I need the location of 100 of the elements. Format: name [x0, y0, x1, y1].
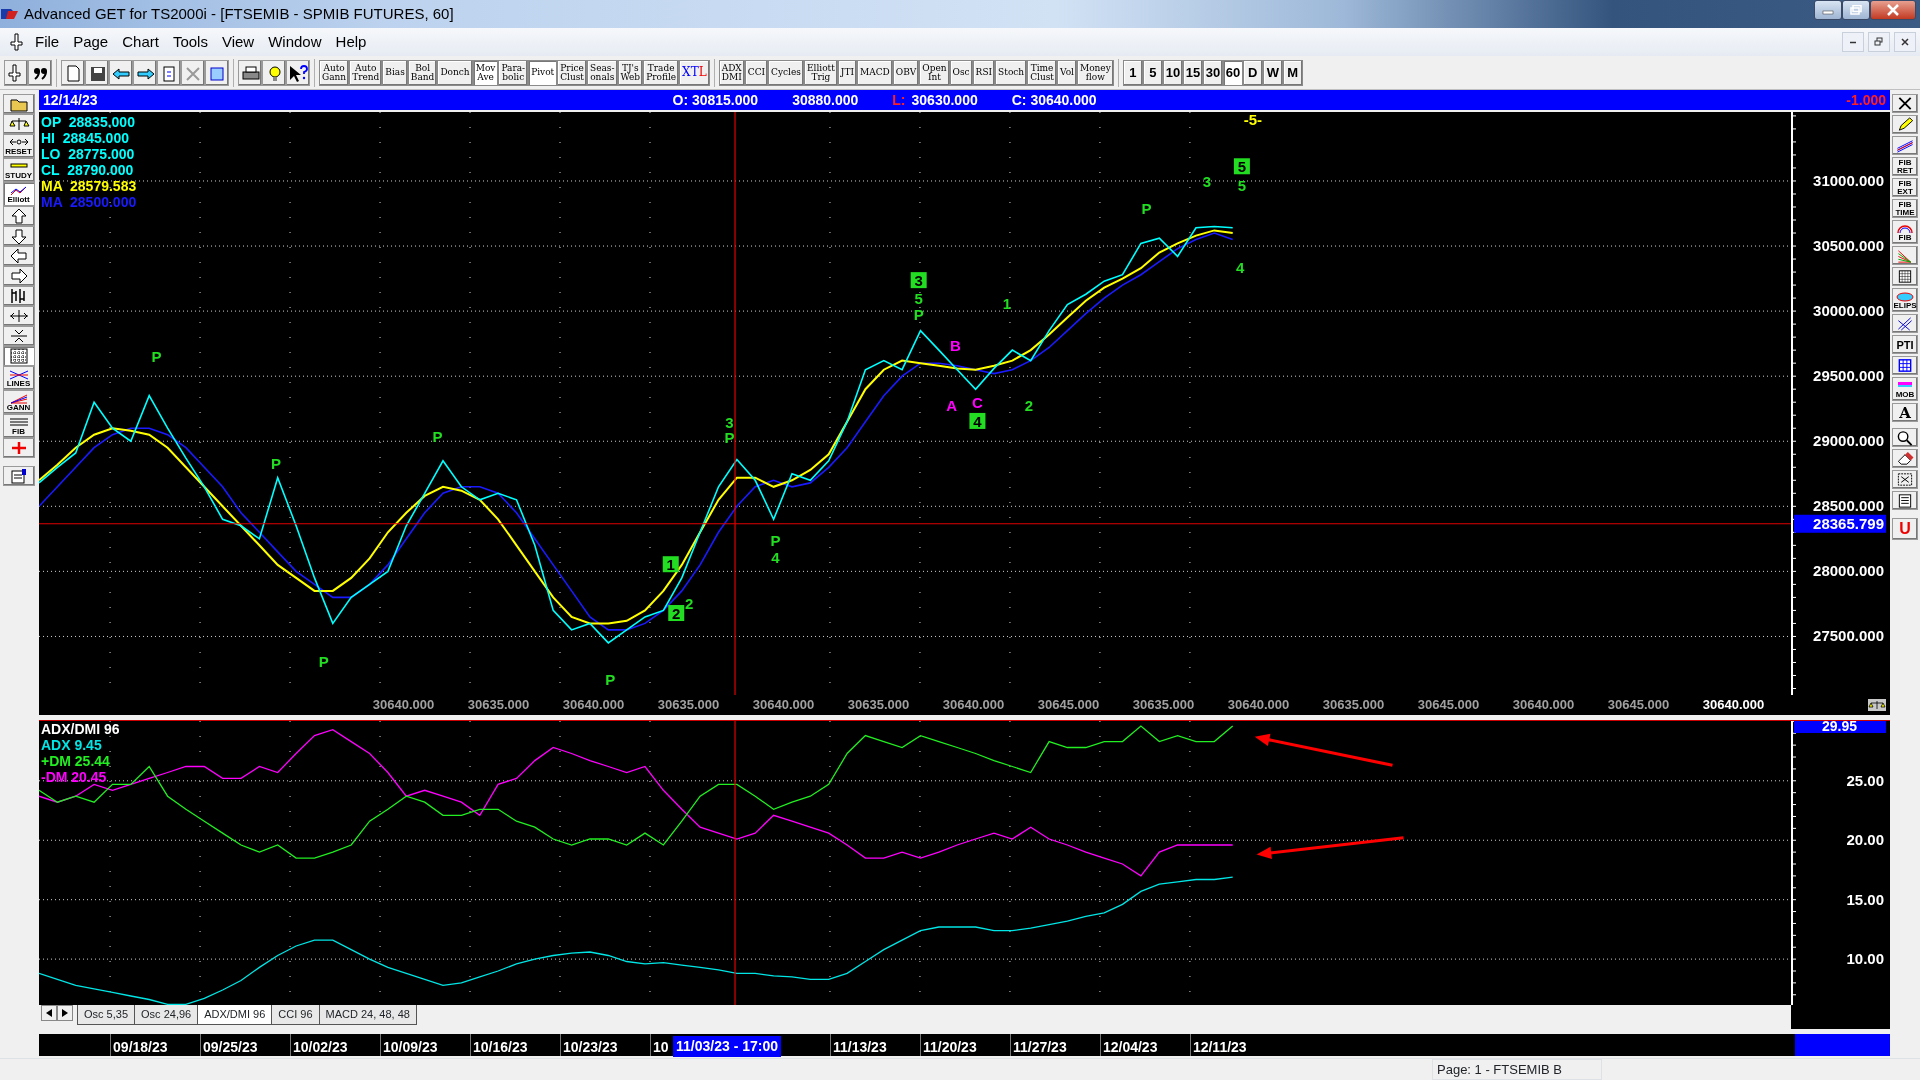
save-button[interactable]	[85, 59, 109, 86]
indicator-button[interactable]: OBV	[892, 59, 920, 86]
hand-cursor-button[interactable]	[4, 59, 28, 86]
tool-button[interactable]	[1892, 94, 1918, 113]
document-button[interactable]	[61, 59, 85, 86]
tool-button[interactable]	[1892, 356, 1918, 375]
menu-item[interactable]: File	[28, 30, 67, 54]
menu-item[interactable]: Window	[261, 30, 329, 54]
tool-button[interactable]	[1892, 314, 1918, 333]
indicator-button[interactable]: Elliott Trig	[803, 59, 838, 86]
tool-button[interactable]	[2, 114, 35, 134]
indicator-button[interactable]: RSI	[972, 59, 996, 86]
tool-button[interactable]	[1892, 267, 1918, 286]
interval-button[interactable]: M	[1282, 59, 1303, 86]
interval-button[interactable]: 1	[1122, 59, 1143, 86]
tool-button[interactable]: FIB	[2, 414, 35, 438]
tool-button[interactable]: FIB EXT	[1892, 178, 1918, 197]
menu-item[interactable]: Help	[328, 30, 374, 54]
arrow-left-button[interactable]	[109, 59, 133, 86]
tool-button[interactable]: FIB TIME	[1892, 199, 1918, 218]
tool-button[interactable]	[1892, 491, 1918, 510]
toolbar-button[interactable]: Price Clust	[557, 59, 587, 86]
tool-button[interactable]	[2, 326, 35, 346]
arrow-right-button[interactable]	[133, 59, 157, 86]
toolbar-button[interactable]: Auto Gann	[319, 59, 350, 86]
tool-button[interactable]	[2, 266, 35, 286]
indicator-tab[interactable]: Osc 5,35	[77, 1005, 136, 1025]
quote-button[interactable]	[28, 59, 52, 86]
date-label: 12/11/23	[1192, 1038, 1247, 1057]
indicator-button[interactable]: CCI	[744, 59, 769, 86]
indicator-tab[interactable]: CCI 96	[271, 1005, 320, 1025]
indicator-button[interactable]: ADX DMI	[718, 59, 745, 86]
tool-button[interactable]	[1892, 449, 1918, 468]
tool-button[interactable]	[1892, 115, 1918, 134]
tool-button[interactable]	[2, 246, 35, 266]
interval-button[interactable]: 10	[1162, 59, 1183, 86]
close-button[interactable]	[1870, 0, 1916, 20]
tool-button[interactable]	[2, 206, 35, 226]
tool-button[interactable]	[1892, 428, 1918, 447]
toolbar-button[interactable]: Bol Band	[407, 59, 438, 86]
document-arrows-button[interactable]	[157, 59, 181, 86]
toolbar-button[interactable]: Bias	[382, 59, 408, 86]
tool-button[interactable]	[1892, 470, 1918, 489]
indicator-tab[interactable]: ADX/DMI 96	[197, 1005, 273, 1025]
scroll-left-button[interactable]	[41, 1005, 57, 1021]
indicator-button[interactable]: Open Int	[919, 59, 950, 86]
menu-item[interactable]: Chart	[115, 30, 166, 54]
indicator-button[interactable]: Stoch	[995, 59, 1028, 86]
toolbar-button[interactable]: Pivot	[528, 59, 558, 86]
tool-button[interactable]: LINES	[2, 366, 35, 390]
interval-button[interactable]: W	[1262, 59, 1283, 86]
toolbar-button[interactable]: Trade Profile	[643, 59, 680, 86]
toolbar-button[interactable]: TJ's Web	[617, 59, 644, 86]
indicator-button[interactable]: Time Clust	[1027, 59, 1057, 86]
toolbar-button[interactable]: XTL	[679, 59, 710, 86]
interval-button[interactable]: D	[1242, 59, 1263, 86]
scroll-right-button[interactable]	[57, 1005, 73, 1021]
tool-button[interactable]: MOB	[1892, 377, 1918, 401]
toolbar-button[interactable]: Seas- onals	[587, 59, 618, 86]
minimize-button[interactable]	[1814, 0, 1842, 20]
tool-button[interactable]	[2, 346, 35, 366]
indicator-button[interactable]: MACD	[856, 59, 893, 86]
lightbulb-button[interactable]	[262, 59, 286, 86]
interval-button[interactable]: 5	[1142, 59, 1163, 86]
tool-button[interactable]	[2, 226, 35, 246]
toolbar-button[interactable]: Auto Trend	[349, 59, 383, 86]
toolbar-button[interactable]: Para- bolic	[498, 59, 529, 86]
interval-button[interactable]: 30	[1202, 59, 1223, 86]
menu-item[interactable]: Page	[66, 30, 116, 54]
cross-button[interactable]	[181, 59, 205, 86]
restore-button[interactable]	[1842, 0, 1870, 20]
tool-button[interactable]: U	[1892, 518, 1918, 540]
tool-button[interactable]	[2, 306, 35, 326]
interval-button[interactable]: 60	[1222, 59, 1243, 86]
tool-button[interactable]: GANN	[2, 390, 35, 414]
tool-button[interactable]	[2, 286, 35, 306]
tool-button[interactable]	[2, 466, 35, 486]
indicator-button[interactable]: Vol	[1056, 59, 1077, 86]
interval-button[interactable]: 15	[1182, 59, 1203, 86]
tool-button[interactable]: FIB RET	[1892, 157, 1918, 176]
indicator-button[interactable]: Osc	[949, 59, 973, 86]
tool-button[interactable]: Elliott	[2, 182, 35, 206]
tool-button[interactable]: RESET	[2, 134, 35, 158]
menu-item[interactable]: Tools	[165, 30, 215, 54]
indicator-button[interactable]: Money flow	[1076, 59, 1114, 86]
tool-button[interactable]: FIB	[1892, 220, 1918, 244]
indicator-tab[interactable]: Osc 24,96	[134, 1005, 199, 1025]
tool-button[interactable]: A	[1892, 403, 1918, 422]
toolbar-button[interactable]: Donch	[437, 59, 473, 86]
tool-button[interactable]: ELIPS	[1892, 288, 1918, 312]
toolbar-button[interactable]: Mov Ave	[472, 59, 499, 86]
indicator-button[interactable]: JTI	[837, 59, 857, 86]
tool-button[interactable]: PTI	[1892, 335, 1918, 354]
indicator-button[interactable]: Cycles	[768, 59, 804, 86]
tool-button[interactable]: STUDY	[2, 158, 35, 182]
indicator-tab[interactable]: MACD 24, 48, 48	[318, 1005, 417, 1025]
printer-button[interactable]	[238, 59, 262, 86]
help-cursor-button[interactable]	[286, 59, 310, 86]
grid-arrows-button[interactable]	[205, 59, 229, 86]
menu-item[interactable]: View	[214, 30, 262, 54]
